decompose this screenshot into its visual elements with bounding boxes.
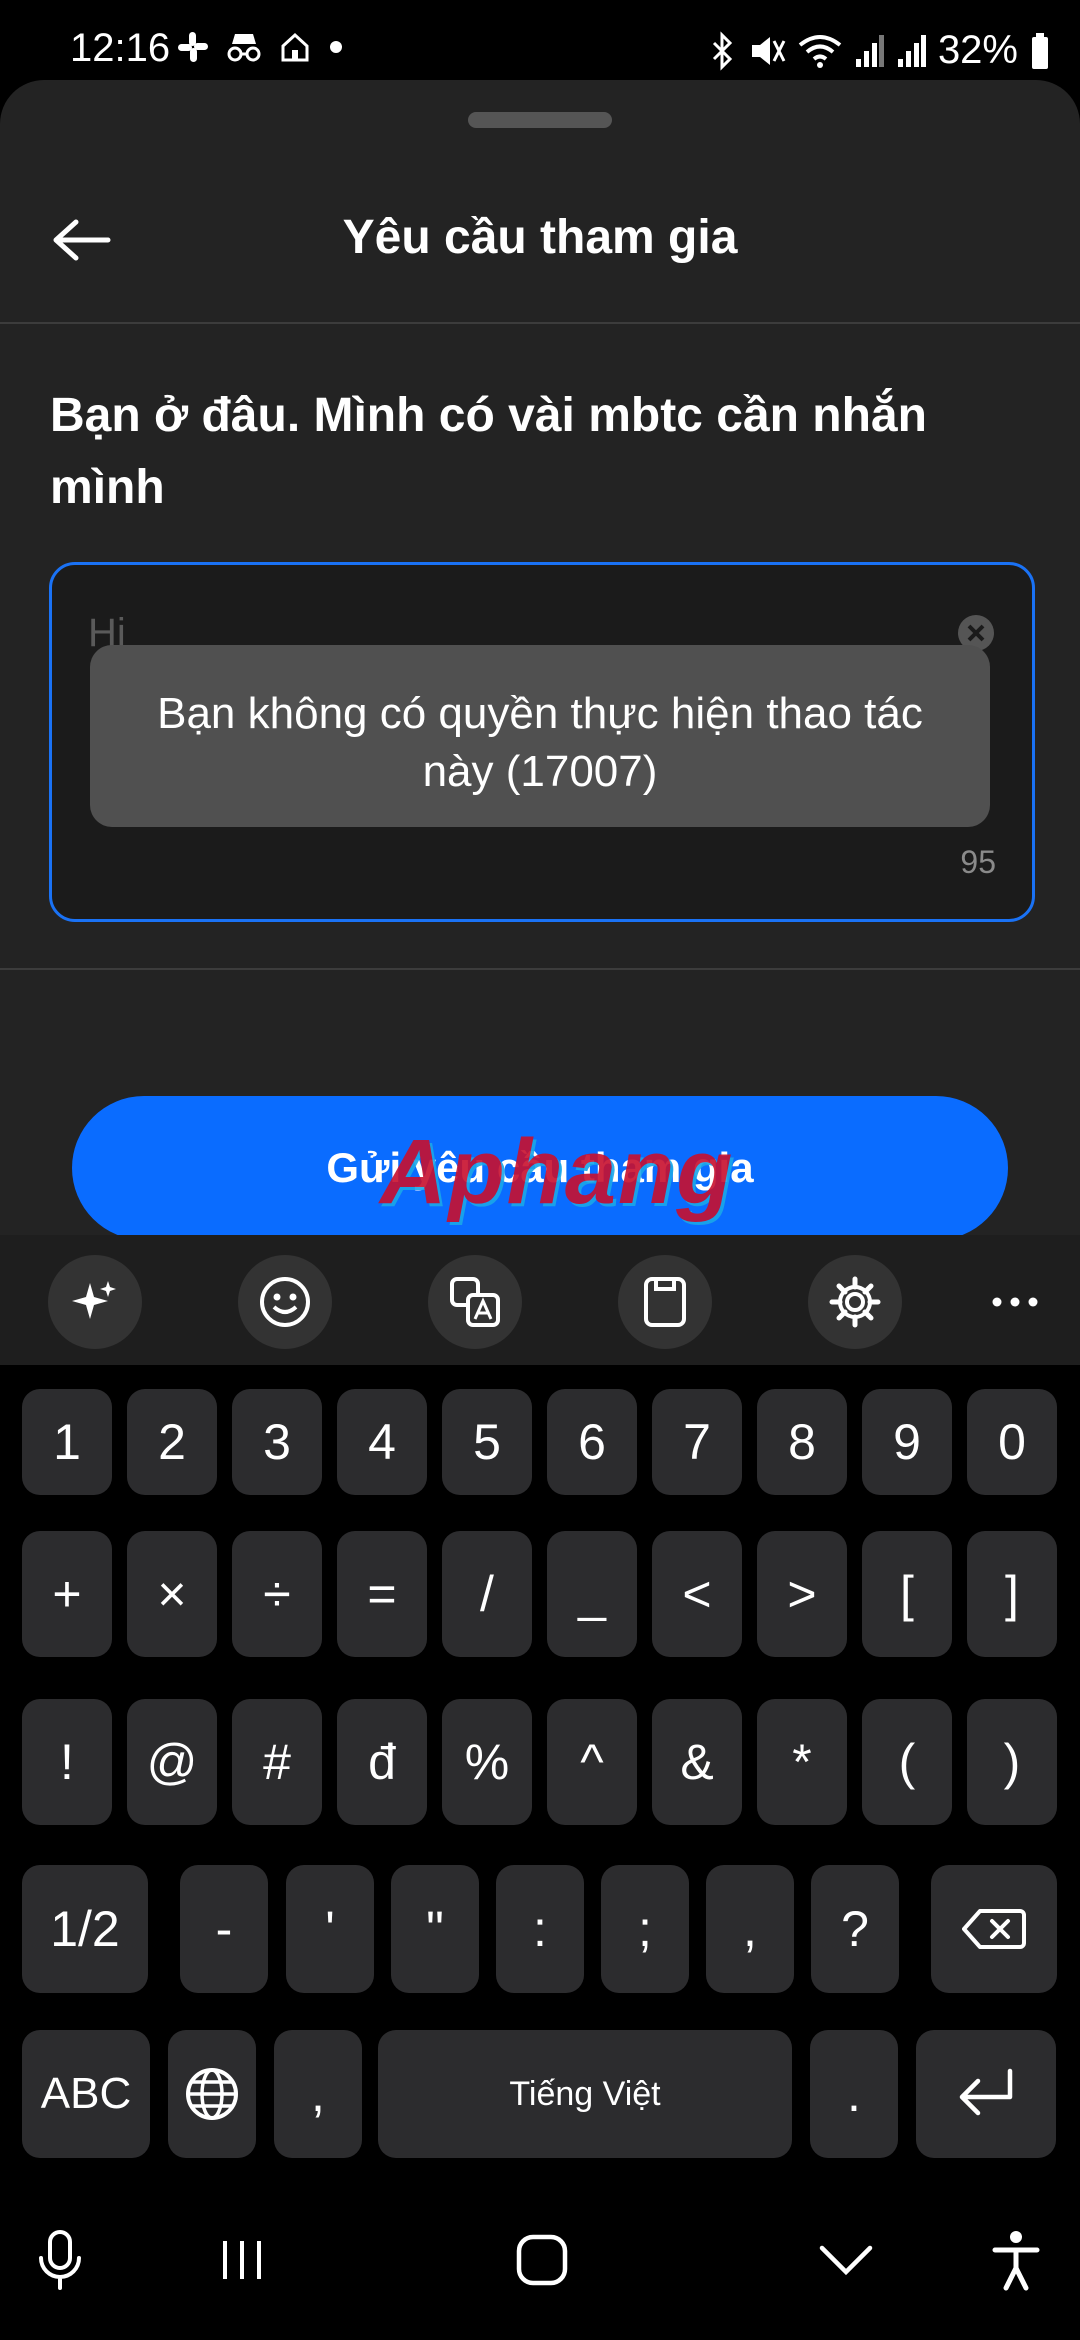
battery-icon [1032, 32, 1048, 69]
signal-icon [855, 34, 884, 67]
key-6[interactable]: 6 [547, 1389, 637, 1495]
home-icon [281, 32, 309, 62]
join-request-sheet: Yêu cầu tham gia Bạn ở đâu. Mình có vài … [0, 80, 1080, 1235]
form-divider [0, 968, 1080, 970]
mute-icon [751, 36, 786, 65]
incognito-icon [227, 34, 261, 62]
emoji-button[interactable] [238, 1255, 332, 1349]
page-title: Yêu cầu tham gia [342, 211, 738, 264]
key-semicolon[interactable]: ; [601, 1865, 689, 1993]
space-key[interactable]: Tiếng Việt [378, 2030, 792, 2158]
key-comma-symbol[interactable]: , [706, 1865, 794, 1993]
settings-icon [829, 1276, 881, 1328]
watermark-logo: Aphang [380, 1121, 735, 1223]
more-options-button[interactable] [968, 1255, 1062, 1349]
dot-icon [330, 41, 342, 53]
voice-input-button[interactable] [20, 2220, 100, 2300]
key-abc[interactable]: ABC [22, 2030, 150, 2158]
error-toast: Bạn không có quyền thực hiện thao tác nà… [90, 645, 990, 827]
clipboard-button[interactable] [618, 1255, 712, 1349]
ai-tools-button[interactable] [48, 1255, 142, 1349]
key-0[interactable]: 0 [967, 1389, 1057, 1495]
enter-icon [959, 2068, 1013, 2116]
key-hash[interactable]: # [232, 1699, 322, 1825]
question-text: Bạn ở đâu. Mình có vài mbtc cần nhắn mìn… [50, 389, 927, 514]
key-multiply[interactable]: × [127, 1531, 217, 1657]
sparkle-icon [72, 1281, 116, 1319]
accessibility-button[interactable] [976, 2220, 1056, 2300]
key-quote[interactable]: " [391, 1865, 479, 1993]
recent-apps-button[interactable] [202, 2220, 282, 2300]
accessibility-icon [992, 2231, 1040, 2291]
key-3[interactable]: 3 [232, 1389, 322, 1495]
key-right-bracket[interactable]: ] [967, 1531, 1057, 1657]
home-nav-icon [516, 2234, 568, 2286]
char-counter: 95 [960, 844, 996, 880]
header-divider [0, 322, 1080, 324]
key-question[interactable]: ? [811, 1865, 899, 1993]
key-exclamation[interactable]: ! [22, 1699, 112, 1825]
key-dong[interactable]: đ [337, 1699, 427, 1825]
wifi-icon [798, 34, 842, 68]
hide-keyboard-button[interactable] [806, 2220, 886, 2300]
key-underscore[interactable]: _ [547, 1531, 637, 1657]
translate-button[interactable] [428, 1255, 522, 1349]
key-5[interactable]: 5 [442, 1389, 532, 1495]
symbol-keyboard: 1 2 3 4 5 6 7 8 9 0 + × ÷ = / _ < > [ ] … [0, 1365, 1080, 2170]
key-plus[interactable]: + [22, 1531, 112, 1657]
key-caret[interactable]: ^ [547, 1699, 637, 1825]
microphone-icon [39, 2230, 81, 2290]
sheet-drag-handle[interactable] [468, 112, 612, 128]
slack-icon [178, 32, 208, 62]
key-apostrophe[interactable]: ' [286, 1865, 374, 1993]
status-bar: 12:16 32% [0, 0, 1080, 80]
enter-key[interactable] [916, 2030, 1056, 2158]
backspace-icon [962, 1909, 1026, 1949]
key-right-paren[interactable]: ) [967, 1699, 1057, 1825]
key-slash[interactable]: / [442, 1531, 532, 1657]
emoji-icon [260, 1277, 310, 1327]
key-8[interactable]: 8 [757, 1389, 847, 1495]
keyboard-settings-button[interactable] [808, 1255, 902, 1349]
key-page-toggle[interactable]: 1/2 [22, 1865, 148, 1993]
status-left-icons [176, 30, 346, 64]
key-divide[interactable]: ÷ [232, 1531, 322, 1657]
key-left-paren[interactable]: ( [862, 1699, 952, 1825]
status-time: 12:16 [70, 26, 171, 70]
key-1[interactable]: 1 [22, 1389, 112, 1495]
bluetooth-icon [712, 30, 733, 71]
recents-icon [223, 2241, 261, 2279]
clipboard-icon [644, 1277, 686, 1327]
key-percent[interactable]: % [442, 1699, 532, 1825]
key-equals[interactable]: = [337, 1531, 427, 1657]
key-hyphen[interactable]: - [180, 1865, 268, 1993]
translate-icon [450, 1277, 500, 1327]
battery-percentage: 32% [937, 28, 1018, 72]
backspace-key[interactable] [931, 1865, 1057, 1993]
status-right-icons: 32% [710, 28, 1050, 73]
key-at[interactable]: @ [127, 1699, 217, 1825]
signal-icon [897, 34, 926, 67]
key-colon[interactable]: : [496, 1865, 584, 1993]
key-greater-than[interactable]: > [757, 1531, 847, 1657]
chevron-down-icon [819, 2245, 873, 2276]
language-key[interactable] [168, 2030, 256, 2158]
globe-icon [186, 2068, 238, 2120]
key-2[interactable]: 2 [127, 1389, 217, 1495]
key-left-bracket[interactable]: [ [862, 1531, 952, 1657]
key-4[interactable]: 4 [337, 1389, 427, 1495]
key-9[interactable]: 9 [862, 1389, 952, 1495]
navigation-bar [0, 2170, 1080, 2340]
key-asterisk[interactable]: * [757, 1699, 847, 1825]
key-period[interactable]: . [810, 2030, 898, 2158]
key-ampersand[interactable]: & [652, 1699, 742, 1825]
key-7[interactable]: 7 [652, 1389, 742, 1495]
key-comma[interactable]: , [274, 2030, 362, 2158]
more-icon [992, 1297, 1038, 1307]
keyboard-toolbar [0, 1235, 1080, 1365]
home-button[interactable] [502, 2220, 582, 2300]
key-less-than[interactable]: < [652, 1531, 742, 1657]
